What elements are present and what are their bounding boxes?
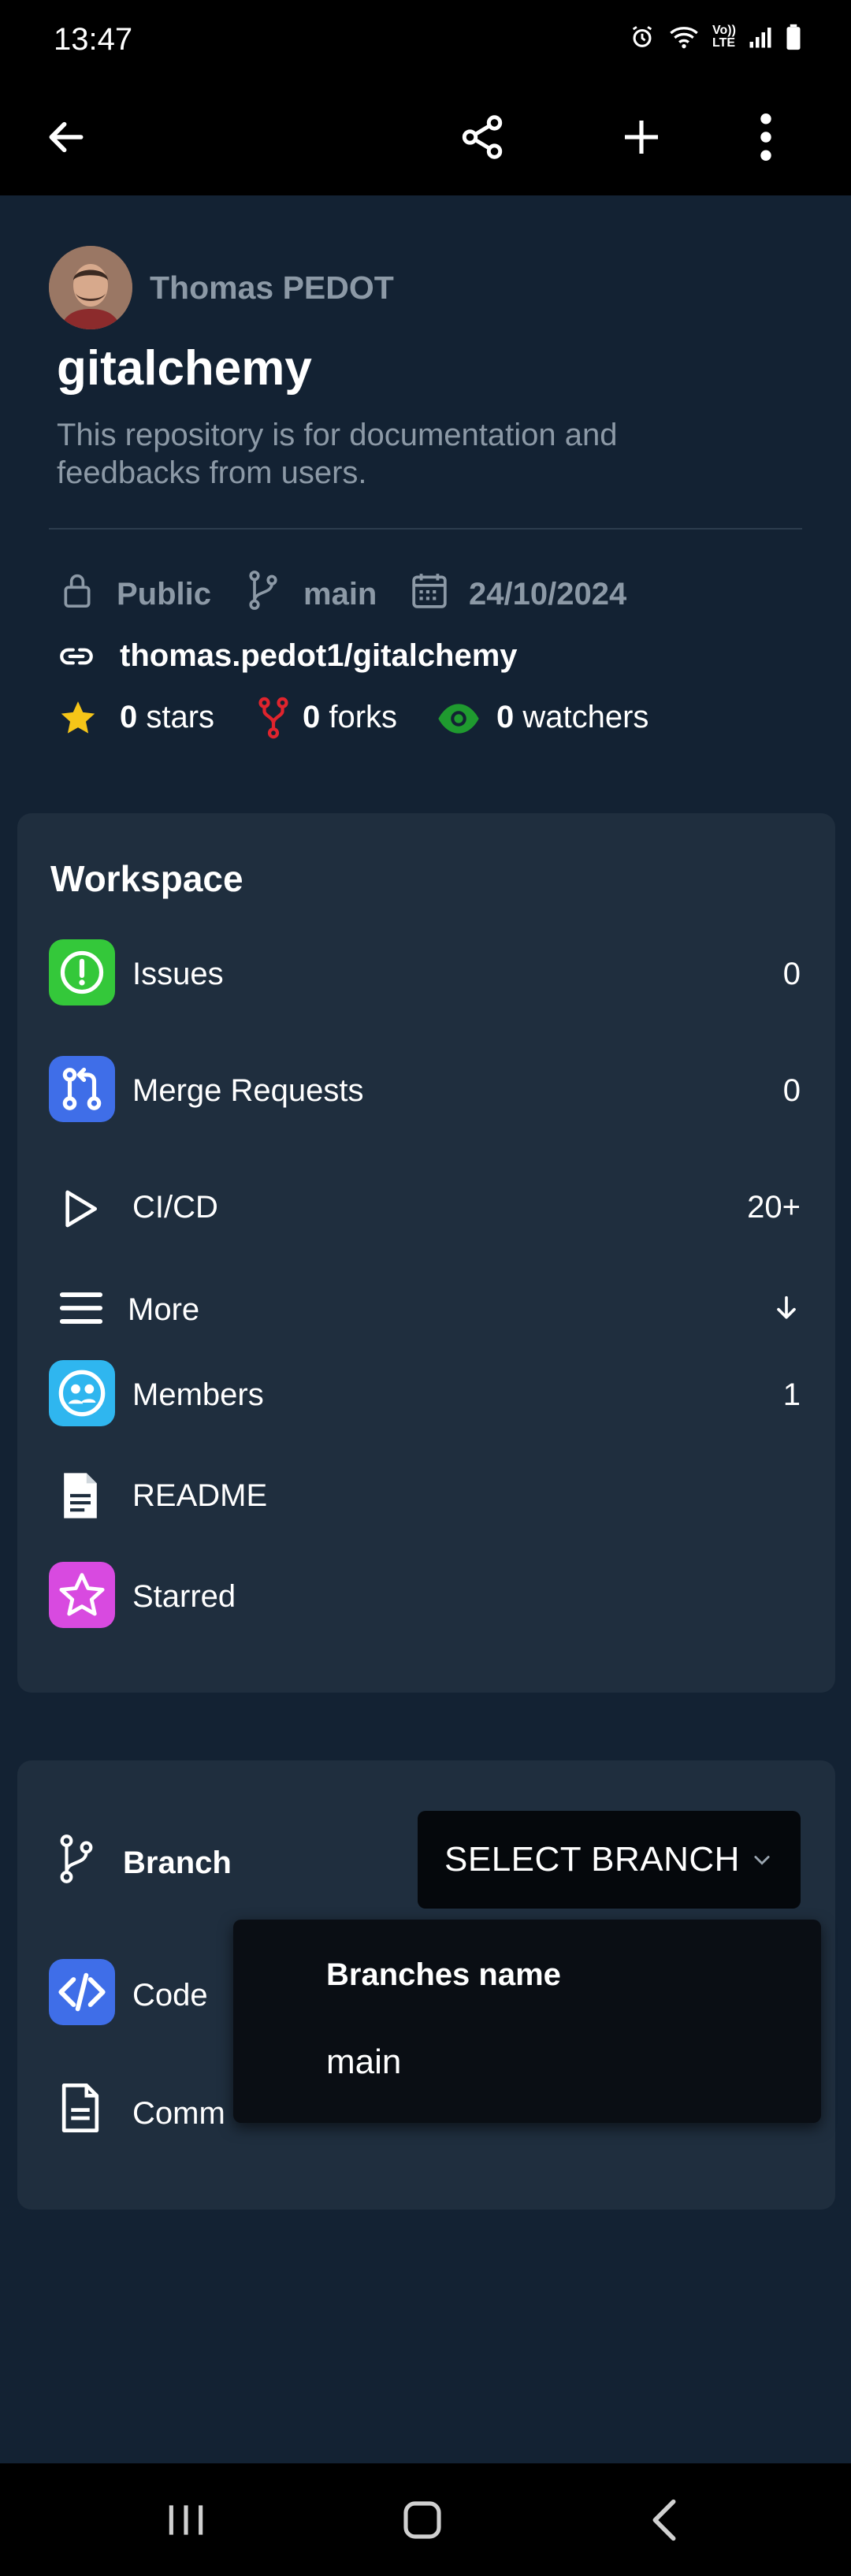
watchers-label: watchers (522, 700, 649, 734)
avatar[interactable] (49, 246, 132, 329)
cicd-label: CI/CD (132, 1190, 218, 1225)
menu-icon (59, 1292, 103, 1324)
add-button[interactable] (594, 79, 689, 195)
home-icon[interactable] (400, 2498, 444, 2542)
watchers-stat[interactable]: 0 watchers (496, 700, 648, 735)
code-icon-tile (49, 1959, 115, 2025)
code-icon (58, 1972, 106, 2012)
forks-count: 0 (303, 700, 321, 734)
issues-icon (60, 950, 104, 994)
star-outline-icon (59, 1573, 105, 1616)
more-vert-icon (760, 113, 771, 161)
recent-apps-icon[interactable] (164, 2501, 208, 2539)
forks-stat[interactable]: 0 forks (303, 700, 397, 735)
signal-icon (749, 28, 771, 48)
merge-requests-icon-tile (49, 1056, 115, 1122)
merge-request-icon (62, 1067, 102, 1110)
share-icon (462, 115, 503, 159)
share-button[interactable] (435, 79, 530, 195)
watchers-count: 0 (496, 700, 515, 734)
arrow-down-icon (777, 1295, 796, 1319)
commits-label: Comm (132, 2096, 225, 2131)
merge-requests-label: Merge Requests (132, 1073, 364, 1108)
chevron-down-icon (754, 1856, 770, 1865)
branch-dropdown-menu (233, 1920, 821, 2123)
forks-label: forks (329, 700, 398, 734)
navigation-bar (0, 2463, 851, 2576)
dropdown-header: Branches name (326, 1957, 561, 1992)
starred-icon-tile (49, 1562, 115, 1628)
back-nav-icon[interactable] (645, 2498, 684, 2542)
fork-icon (258, 697, 288, 739)
battery-icon (786, 24, 801, 50)
more-label: More (128, 1292, 200, 1327)
stars-count: 0 (120, 700, 138, 734)
select-branch-label: SELECT BRANCH (444, 1840, 740, 1879)
issues-label: Issues (132, 957, 224, 991)
back-arrow-icon (49, 121, 84, 153)
volte-icon: Vo)) LTE (712, 24, 736, 50)
members-label: Members (132, 1377, 264, 1412)
repo-name: gitalchemy (57, 341, 312, 396)
star-icon (61, 701, 95, 734)
date-label: 24/10/2024 (469, 577, 627, 611)
eye-icon (438, 704, 479, 734)
commits-document-icon (61, 2083, 99, 2132)
avatar-image (49, 246, 132, 329)
visibility-label: Public (117, 577, 212, 611)
dropdown-option-main[interactable]: main (326, 2043, 401, 2082)
app-bar (0, 79, 851, 195)
default-branch-label: main (303, 577, 377, 611)
status-icons: Vo)) LTE (629, 24, 802, 50)
merge-requests-count: 0 (782, 1073, 801, 1108)
owner-name[interactable]: Thomas PEDOT (150, 269, 394, 307)
issues-icon-tile (49, 939, 115, 1005)
divider (49, 528, 802, 530)
code-label: Code (132, 1978, 208, 2013)
members-icon (58, 1370, 106, 1417)
cicd-count: 20+ (747, 1190, 801, 1225)
wifi-icon (670, 27, 698, 49)
back-button[interactable] (19, 79, 113, 195)
members-count: 1 (782, 1377, 801, 1412)
repo-path-link[interactable]: thomas.pedot1/gitalchemy (120, 638, 518, 674)
issues-count: 0 (782, 957, 801, 991)
select-branch-dropdown[interactable]: SELECT BRANCH (418, 1811, 801, 1909)
stars-label: stars (146, 700, 215, 734)
add-icon (625, 121, 658, 154)
lock-icon (64, 574, 91, 608)
stars-stat[interactable]: 0 stars (120, 700, 214, 735)
starred-label: Starred (132, 1579, 236, 1614)
document-icon (64, 1473, 97, 1518)
repo-description: This repository is for documentation and… (57, 418, 618, 490)
more-options-button[interactable] (719, 79, 813, 195)
readme-label: README (132, 1478, 268, 1513)
link-icon (60, 648, 93, 665)
workspace-title: Workspace (50, 858, 243, 899)
git-branch-icon (60, 1834, 93, 1883)
calendar-icon (412, 574, 447, 608)
play-icon (65, 1190, 97, 1228)
alarm-icon (632, 26, 652, 47)
branch-icon (249, 571, 277, 610)
status-time: 13:47 (54, 22, 133, 57)
members-icon-tile (49, 1360, 115, 1426)
branch-label: Branch (123, 1846, 232, 1880)
